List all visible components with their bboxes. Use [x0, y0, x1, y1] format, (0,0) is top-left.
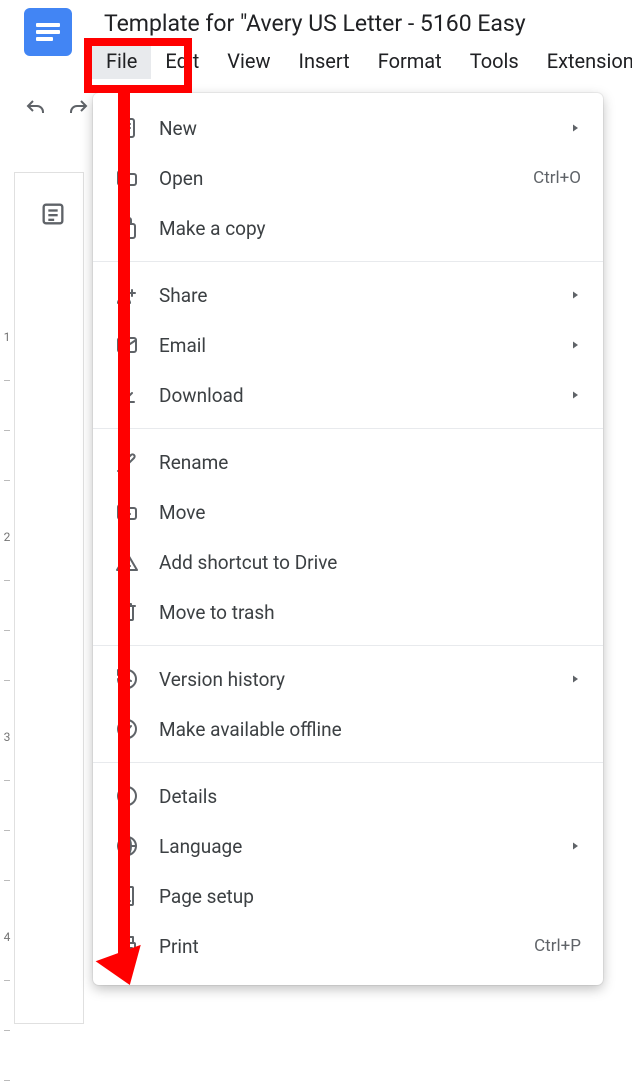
menu-item-label: Details	[159, 785, 581, 808]
menubar-item-insert[interactable]: Insert	[285, 43, 364, 79]
menu-item-label: Page setup	[159, 885, 581, 908]
download-icon	[115, 383, 159, 407]
menu-item-page-setup[interactable]: Page setup	[93, 871, 603, 921]
rename-icon	[115, 450, 159, 474]
menu-shortcut: Ctrl+O	[533, 168, 581, 188]
menubar-item-edit[interactable]: Edit	[151, 43, 213, 79]
folder-icon	[115, 166, 159, 190]
header-bar: Template for "Avery US Letter - 5160 Eas…	[0, 0, 632, 79]
menubar-item-format[interactable]: Format	[364, 43, 456, 79]
menubar-item-tools[interactable]: Tools	[456, 43, 533, 79]
menu-shortcut: Ctrl+P	[534, 936, 581, 956]
move-icon	[115, 500, 159, 524]
menu-item-print[interactable]: PrintCtrl+P	[93, 921, 603, 971]
menu-item-language[interactable]: Language	[93, 821, 603, 871]
menu-item-label: Add shortcut to Drive	[159, 551, 581, 574]
globe-icon	[115, 834, 159, 858]
info-icon	[115, 784, 159, 808]
menu-item-share[interactable]: Share	[93, 270, 603, 320]
menubar: FileEditViewInsertFormatToolsExtensions	[92, 43, 632, 79]
submenu-arrow-icon	[569, 673, 581, 685]
document-outline-icon[interactable]	[28, 200, 78, 228]
page-edge	[14, 172, 84, 1024]
vertical-ruler: 1234	[0, 180, 14, 1024]
menu-item-label: Move to trash	[159, 601, 581, 624]
menu-item-label: Open	[159, 167, 533, 190]
copy-icon	[115, 216, 159, 240]
menu-item-add-shortcut-to-drive[interactable]: Add shortcut to Drive	[93, 537, 603, 587]
docs-logo-icon[interactable]	[24, 8, 72, 56]
menu-item-details[interactable]: Details	[93, 771, 603, 821]
trash-icon	[115, 600, 159, 624]
doc-icon	[115, 116, 159, 140]
menu-item-label: Download	[159, 384, 569, 407]
menu-item-label: Print	[159, 935, 534, 958]
menu-item-move[interactable]: Move	[93, 487, 603, 537]
menu-separator	[93, 645, 603, 646]
menu-item-label: Share	[159, 284, 569, 307]
redo-icon[interactable]	[66, 97, 90, 121]
submenu-arrow-icon	[569, 122, 581, 134]
print-icon	[115, 934, 159, 958]
history-icon	[115, 667, 159, 691]
menu-item-rename[interactable]: Rename	[93, 437, 603, 487]
menubar-item-file[interactable]: File	[92, 43, 151, 79]
document-title[interactable]: Template for "Avery US Letter - 5160 Eas…	[92, 8, 632, 43]
menu-separator	[93, 762, 603, 763]
submenu-arrow-icon	[569, 289, 581, 301]
offline-icon	[115, 717, 159, 741]
driveadd-icon	[115, 550, 159, 574]
menubar-item-extensions[interactable]: Extensions	[533, 43, 632, 79]
submenu-arrow-icon	[569, 840, 581, 852]
file-menu-dropdown: New OpenCtrl+O Make a copy Share Email Downlo…	[93, 93, 603, 985]
menu-separator	[93, 261, 603, 262]
menu-item-label: Language	[159, 835, 569, 858]
menu-item-label: Move	[159, 501, 581, 524]
menu-item-label: Email	[159, 334, 569, 357]
menu-item-label: Make available offline	[159, 718, 581, 741]
menu-item-new[interactable]: New	[93, 103, 603, 153]
menu-separator	[93, 428, 603, 429]
share-icon	[115, 283, 159, 307]
menu-item-version-history[interactable]: Version history	[93, 654, 603, 704]
menubar-item-view[interactable]: View	[213, 43, 284, 79]
menu-item-label: Version history	[159, 668, 569, 691]
menu-item-label: New	[159, 117, 569, 140]
menu-item-move-to-trash[interactable]: Move to trash	[93, 587, 603, 637]
menu-item-label: Rename	[159, 451, 581, 474]
mail-icon	[115, 333, 159, 357]
page-icon	[115, 884, 159, 908]
undo-icon[interactable]	[24, 97, 48, 121]
menu-item-label: Make a copy	[159, 217, 581, 240]
menu-item-make-available-offline[interactable]: Make available offline	[93, 704, 603, 754]
menu-item-make-a-copy[interactable]: Make a copy	[93, 203, 603, 253]
submenu-arrow-icon	[569, 339, 581, 351]
menu-item-open[interactable]: OpenCtrl+O	[93, 153, 603, 203]
menu-item-download[interactable]: Download	[93, 370, 603, 420]
submenu-arrow-icon	[569, 389, 581, 401]
menu-item-email[interactable]: Email	[93, 320, 603, 370]
